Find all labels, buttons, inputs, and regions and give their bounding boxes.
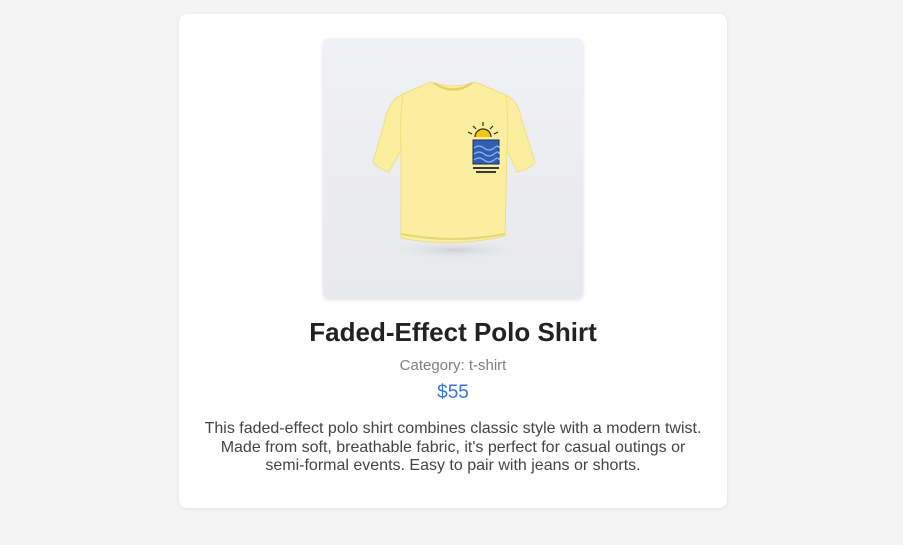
tshirt-illustration (372, 81, 536, 260)
product-description: This faded-effect polo shirt combines cl… (204, 420, 702, 474)
product-card: Faded-Effect Polo Shirt Category: t-shir… (179, 14, 727, 508)
product-title: Faded-Effect Polo Shirt (309, 317, 597, 347)
product-image (323, 38, 583, 298)
product-price: $55 (437, 382, 469, 403)
product-category: Category: t-shirt (399, 357, 507, 374)
